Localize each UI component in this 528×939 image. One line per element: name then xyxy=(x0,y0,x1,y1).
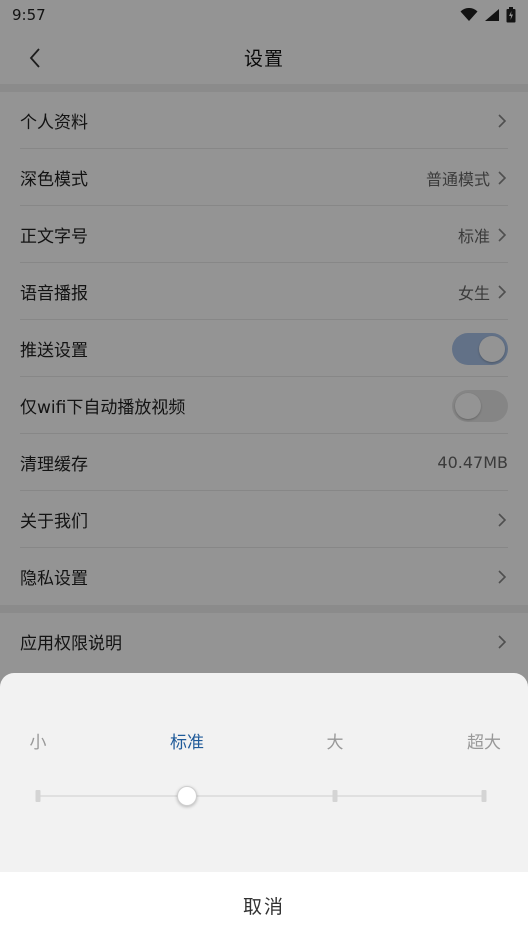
font-size-option-large[interactable]: 大 xyxy=(327,728,344,753)
font-size-option-xlarge[interactable]: 超大 xyxy=(467,728,501,753)
slider-tick xyxy=(332,790,338,802)
font-size-option-standard[interactable]: 标准 xyxy=(170,728,204,753)
font-size-slider-thumb[interactable] xyxy=(177,786,197,806)
cancel-label: 取消 xyxy=(242,896,285,918)
font-size-slider-track[interactable] xyxy=(38,795,484,797)
font-size-option-small[interactable]: 小 xyxy=(30,728,47,753)
cancel-button[interactable]: 取消 xyxy=(0,872,528,939)
slider-tick xyxy=(35,790,41,802)
font-size-options: 小 标准 大 超大 xyxy=(0,728,528,754)
settings-screen: 9:57 设置 个人资料 深色模式 普通模式 正文字号 标准 语音播报 女生 推… xyxy=(0,0,528,939)
slider-tick xyxy=(481,790,487,802)
